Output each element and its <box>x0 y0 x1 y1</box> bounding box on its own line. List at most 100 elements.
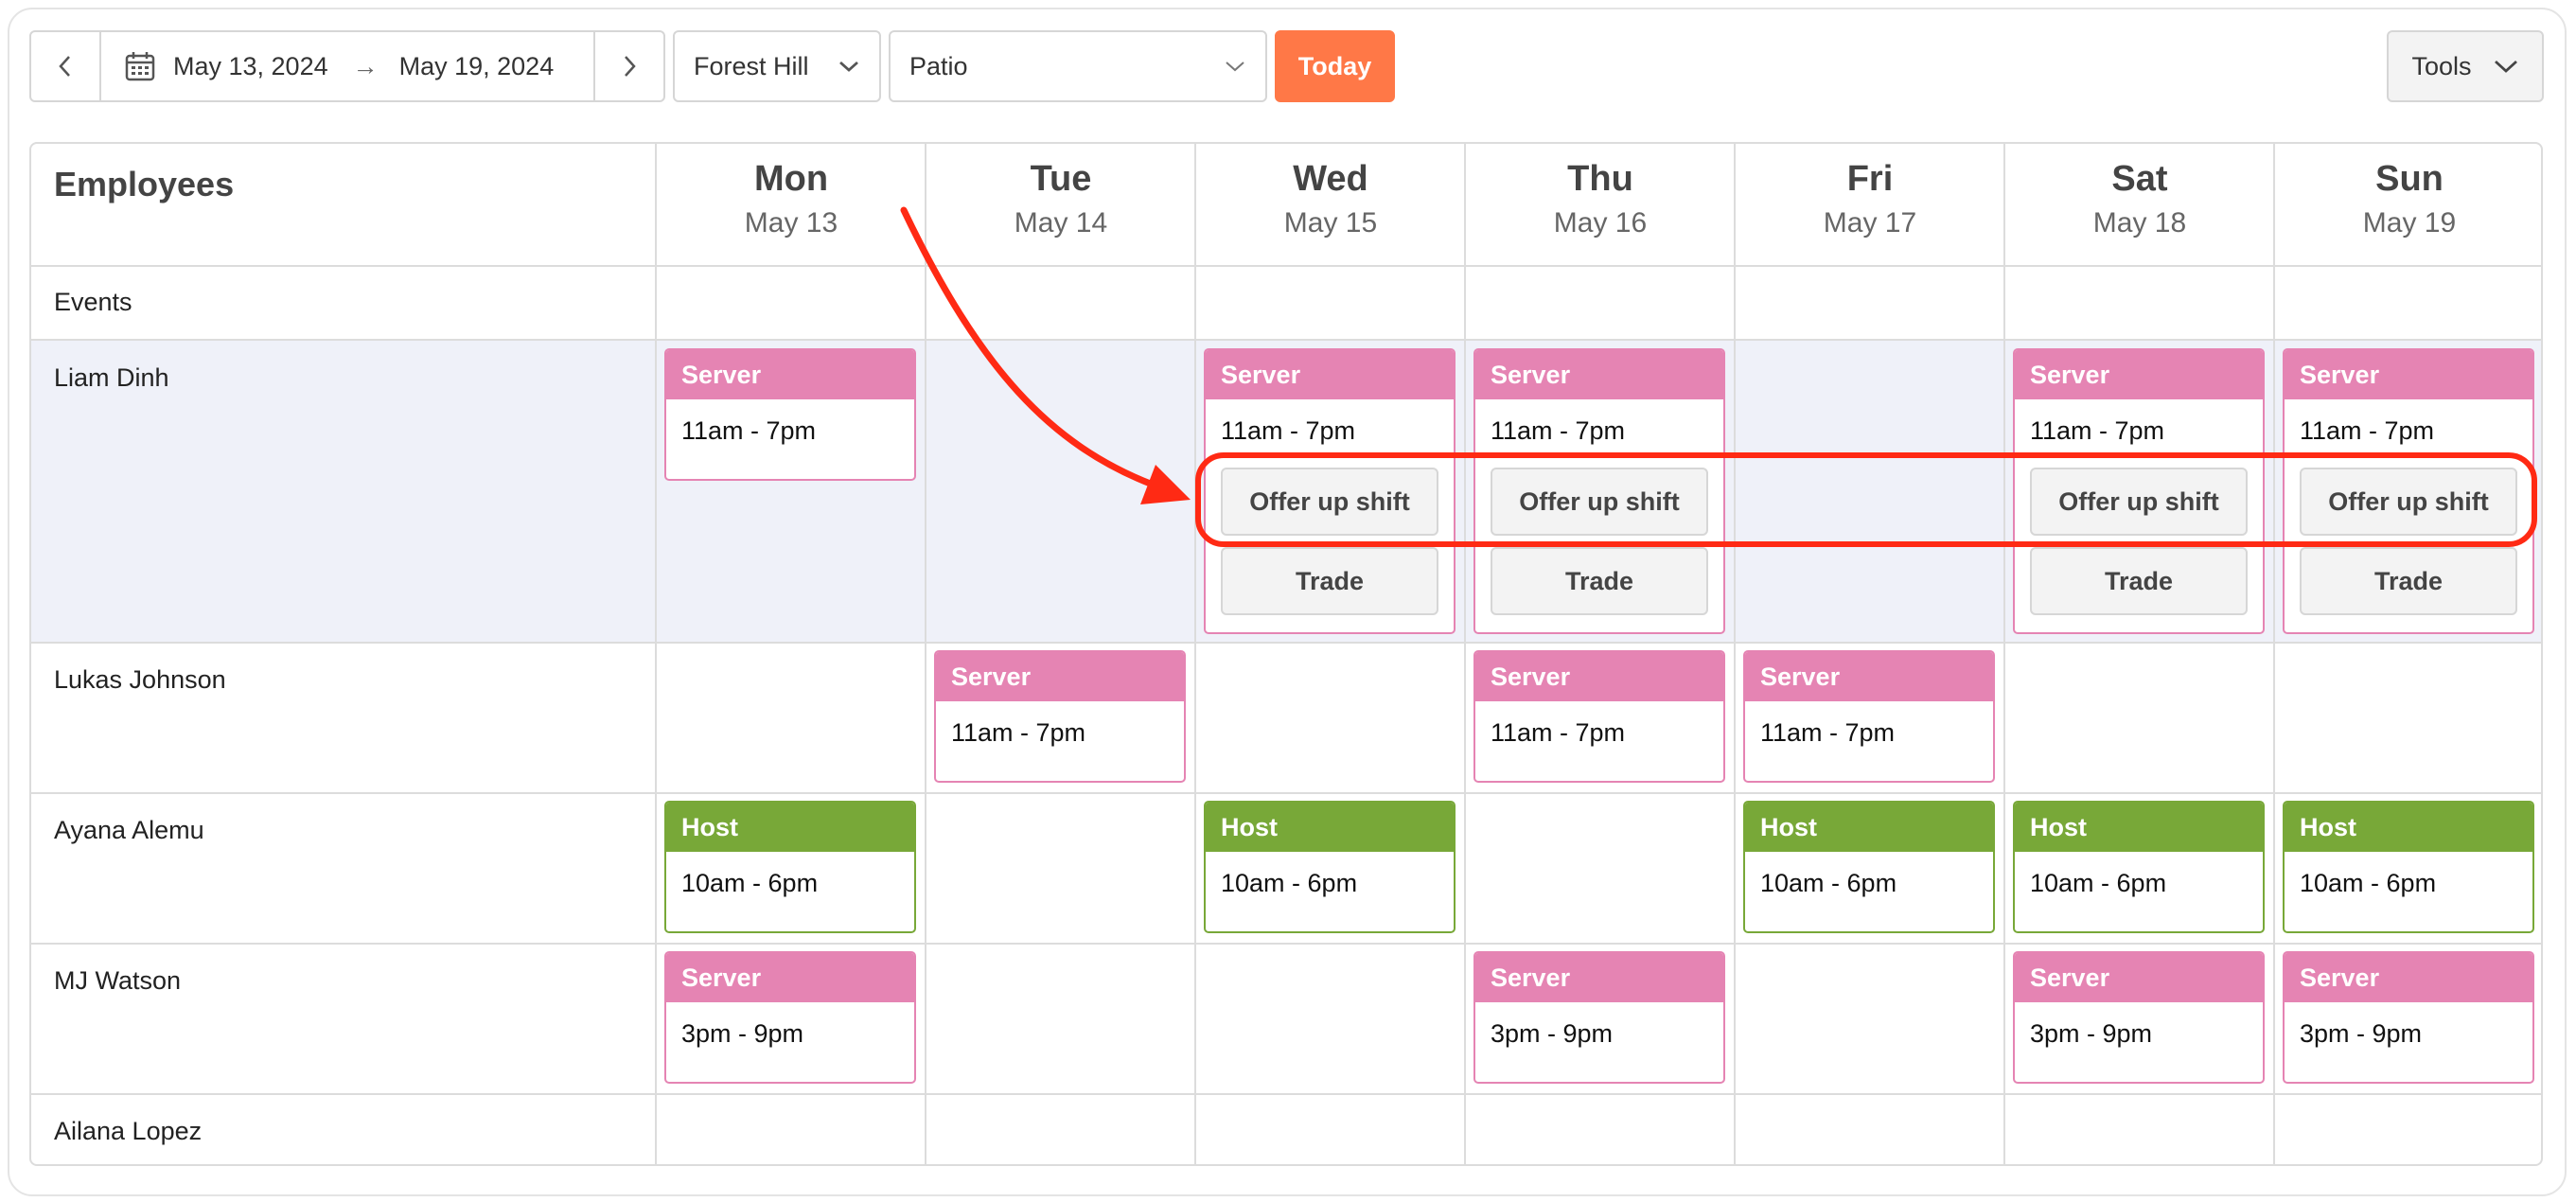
offer-up-shift-button[interactable]: Offer up shift <box>1221 468 1438 536</box>
column-divider <box>655 144 657 1164</box>
shift-card[interactable]: Server 3pm - 9pm <box>2013 951 2265 1084</box>
shift-card[interactable]: Host 10am - 6pm <box>2283 801 2534 933</box>
calendar-icon <box>125 52 155 81</box>
column-divider <box>1734 144 1736 1164</box>
row-divider <box>31 943 2541 945</box>
shift-card[interactable]: Server 11am - 7pm Offer up shift Trade <box>2283 348 2534 634</box>
day-date: May 17 <box>1823 207 1917 239</box>
today-button[interactable]: Today <box>1275 30 1395 102</box>
shift-card[interactable]: Host 10am - 6pm <box>1204 801 1456 933</box>
location-value: Forest Hill <box>694 51 809 80</box>
day-name: Fri <box>1846 159 1894 199</box>
day-name: Sun <box>2375 159 2444 199</box>
day-name: Thu <box>1567 159 1633 199</box>
shift-role: Server <box>1475 350 1723 399</box>
shift-card[interactable]: Server 3pm - 9pm <box>664 951 916 1084</box>
shift-time: 3pm - 9pm <box>681 1019 804 1048</box>
trade-button[interactable]: Trade <box>1221 547 1438 615</box>
day-header-thu: Thu May 16 <box>1466 144 1735 267</box>
tools-label: Tools <box>2411 51 2472 80</box>
shift-time: 3pm - 9pm <box>2300 1019 2423 1048</box>
shift-card[interactable]: Server 3pm - 9pm <box>1473 951 1725 1084</box>
chevron-right-icon <box>625 56 636 77</box>
shift-role: Host <box>2285 803 2532 852</box>
shift-card[interactable]: Server 11am - 7pm <box>1473 650 1725 783</box>
shift-time: 11am - 7pm <box>1760 718 1896 747</box>
row-divider <box>31 265 2541 267</box>
shift-role: Server <box>2015 350 2263 399</box>
next-week-button[interactable] <box>593 32 663 100</box>
shift-card[interactable]: Server 11am - 7pm Offer up shift Trade <box>1473 348 1725 634</box>
day-name: Mon <box>753 159 829 199</box>
tools-menu-button[interactable]: Tools <box>2387 30 2544 102</box>
shift-role: Server <box>936 652 1184 701</box>
end-date: May 19, 2024 <box>398 51 555 80</box>
row-divider <box>31 642 2541 644</box>
shift-role: Server <box>1745 652 1993 701</box>
shift-role: Server <box>666 350 914 399</box>
day-header-sat: Sat May 18 <box>2005 144 2274 267</box>
location-select[interactable]: Forest Hill <box>673 30 881 102</box>
day-header-fri: Fri May 17 <box>1736 144 2004 267</box>
day-date: May 15 <box>1283 207 1378 239</box>
shift-role: Server <box>1206 350 1454 399</box>
shift-role: Server <box>2285 953 2532 1002</box>
trade-button[interactable]: Trade <box>2300 547 2517 615</box>
offer-up-shift-button[interactable]: Offer up shift <box>2030 468 2248 536</box>
shift-card[interactable]: Server 3pm - 9pm <box>2283 951 2534 1084</box>
shift-time: 10am - 6pm <box>2300 869 2437 897</box>
shift-role: Server <box>2285 350 2532 399</box>
column-divider <box>925 144 926 1164</box>
day-date: May 13 <box>744 207 838 239</box>
shift-card[interactable]: Host 10am - 6pm <box>664 801 916 933</box>
shift-card[interactable]: Server 11am - 7pm Offer up shift Trade <box>2013 348 2265 634</box>
shift-role: Server <box>2015 953 2263 1002</box>
column-divider <box>2273 144 2275 1164</box>
shift-time: 10am - 6pm <box>1221 869 1358 897</box>
date-range[interactable]: May 13, 2024 → May 19, 2024 <box>101 50 554 82</box>
shift-time: 11am - 7pm <box>1221 416 1356 445</box>
employee-name-ailana-lopez: Ailana Lopez <box>54 1117 203 1145</box>
shift-time: 11am - 7pm <box>1491 416 1626 445</box>
shift-time: 11am - 7pm <box>1491 718 1626 747</box>
shift-time: 10am - 6pm <box>681 869 819 897</box>
employee-name-ayana-alemu: Ayana Alemu <box>54 816 204 844</box>
trade-button[interactable]: Trade <box>1491 547 1708 615</box>
events-row-label: Events <box>54 288 132 316</box>
row-divider <box>31 792 2541 794</box>
arrow-right-icon: → <box>352 51 379 80</box>
offer-up-shift-button[interactable]: Offer up shift <box>2300 468 2517 536</box>
shift-time: 11am - 7pm <box>2300 416 2435 445</box>
shift-card[interactable]: Server 11am - 7pm <box>1743 650 1995 783</box>
column-divider <box>1194 144 1196 1164</box>
shift-role: Host <box>2015 803 2263 852</box>
shift-card[interactable]: Server 11am - 7pm <box>934 650 1186 783</box>
shift-card[interactable]: Host 10am - 6pm <box>1743 801 1995 933</box>
area-value: Patio <box>909 51 968 80</box>
day-header-tue: Tue May 14 <box>926 144 1195 267</box>
column-divider <box>2003 144 2005 1164</box>
day-name: Wed <box>1293 159 1368 199</box>
employee-name-mj-watson: MJ Watson <box>54 966 182 995</box>
row-divider <box>31 1093 2541 1095</box>
previous-week-button[interactable] <box>31 32 101 100</box>
shift-card[interactable]: Server 11am - 7pm Offer up shift Trade <box>1204 348 1456 634</box>
shift-time: 3pm - 9pm <box>1491 1019 1614 1048</box>
day-date: May 19 <box>2362 207 2457 239</box>
area-select[interactable]: Patio <box>889 30 1267 102</box>
shift-time: 10am - 6pm <box>1760 869 1897 897</box>
shift-role: Host <box>1745 803 1993 852</box>
column-divider <box>1464 144 1466 1164</box>
chevron-down-icon <box>1226 62 1244 72</box>
day-date: May 18 <box>2092 207 2187 239</box>
shift-card[interactable]: Host 10am - 6pm <box>2013 801 2265 933</box>
shift-time: 11am - 7pm <box>2030 416 2165 445</box>
offer-up-shift-button[interactable]: Offer up shift <box>1491 468 1708 536</box>
trade-button[interactable]: Trade <box>2030 547 2248 615</box>
schedule-grid: Employees Mon May 13 Tue May 14 Wed May … <box>29 142 2543 1166</box>
employee-name-lukas-johnson: Lukas Johnson <box>54 665 226 694</box>
date-range-picker: May 13, 2024 → May 19, 2024 <box>29 30 665 102</box>
employee-name-liam-dinh: Liam Dinh <box>54 363 169 392</box>
shift-role: Host <box>666 803 914 852</box>
shift-card[interactable]: Server 11am - 7pm <box>664 348 916 481</box>
